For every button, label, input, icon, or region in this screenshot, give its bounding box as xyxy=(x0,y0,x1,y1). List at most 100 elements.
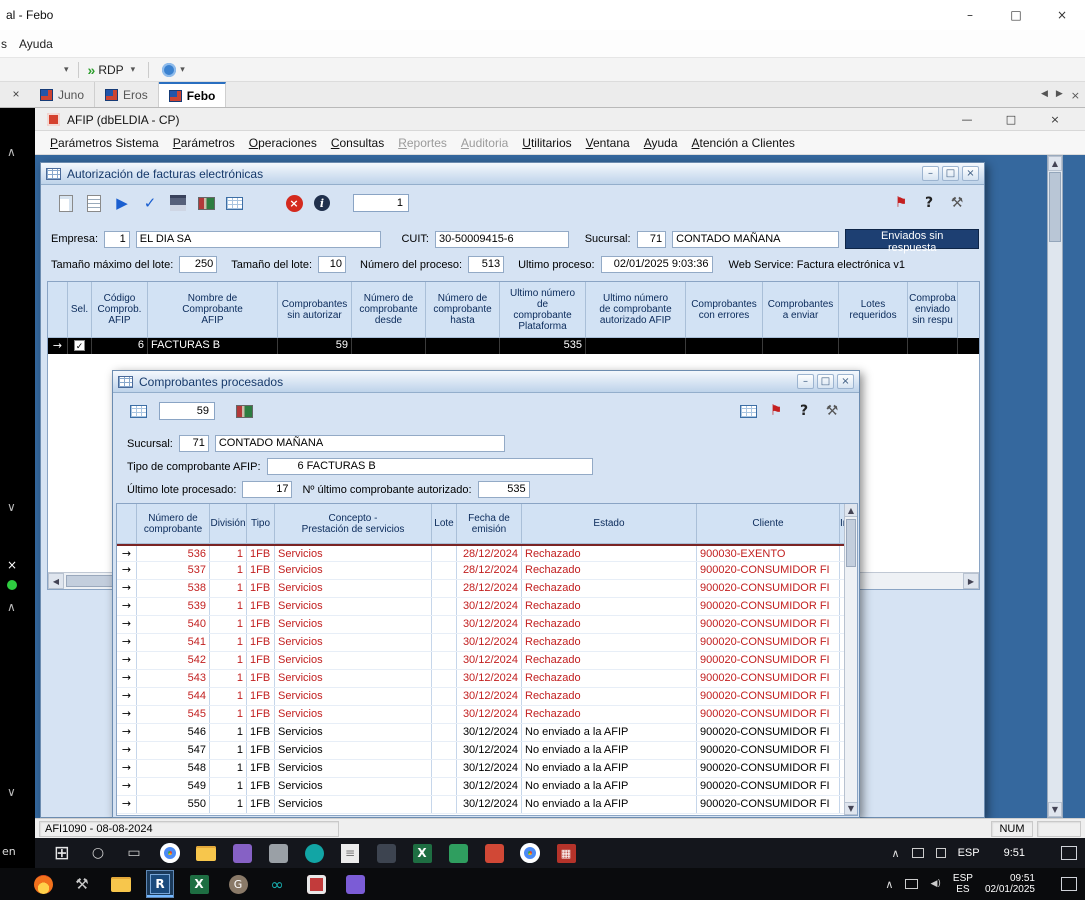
host-maximize-button[interactable]: □ xyxy=(993,0,1039,30)
new-document-icon[interactable] xyxy=(53,190,79,216)
proc-grid-vscrollbar[interactable]: ▲ ▼ xyxy=(844,504,857,815)
menu-ayuda[interactable]: Ayuda xyxy=(637,136,685,150)
scroll-right-icon[interactable]: ▶ xyxy=(963,573,979,589)
external-tools-dropdown-icon[interactable]: ▾ xyxy=(176,65,189,75)
tab-scroll-left-icon[interactable]: ◀ xyxy=(1041,89,1048,102)
menu-atención-a-clientes[interactable]: Atención a Clientes xyxy=(685,136,802,150)
tamano-maximo-field[interactable]: 250 xyxy=(179,256,217,273)
panel-close-icon[interactable]: × xyxy=(8,87,24,103)
proc-grid-row[interactable]: →54311FBServicios30/12/2024Rechazado9000… xyxy=(117,670,857,688)
sucursal-name-field[interactable]: CONTADO MAÑANA xyxy=(215,435,505,452)
dock-scroll-up-2-icon[interactable]: ∧ xyxy=(7,600,16,614)
tray-chevron-icon[interactable]: ∧ xyxy=(885,878,893,891)
cuit-field[interactable]: 30-50009415-6 xyxy=(435,231,569,248)
proc-titlebar[interactable]: Comprobantes procesados – □ × xyxy=(113,371,859,393)
app-3-icon[interactable] xyxy=(301,840,327,866)
excel-icon[interactable]: X xyxy=(186,871,212,897)
menu-parámetros[interactable]: Parámetros xyxy=(166,136,242,150)
action-center-icon[interactable] xyxy=(1061,846,1077,860)
proc-grid-row[interactable]: →53611FBServicios28/12/2024Rechazado9000… xyxy=(117,544,857,562)
auth-minimize-button[interactable]: – xyxy=(922,166,939,181)
app-1-icon[interactable] xyxy=(229,840,255,866)
auth-titlebar[interactable]: Autorización de facturas electrónicas – … xyxy=(41,163,984,185)
settings-icon[interactable]: ⚒ xyxy=(944,190,970,216)
tab-febo[interactable]: Febo xyxy=(159,82,227,107)
connection-dropdown-icon[interactable]: ▾ xyxy=(60,65,73,75)
proc-minimize-button[interactable]: – xyxy=(797,374,814,389)
dock-scroll-up-icon[interactable]: ∧ xyxy=(7,145,16,159)
edit-form-icon[interactable] xyxy=(81,190,107,216)
auth-grid-header-cell[interactable]: Comproba enviado sin respu xyxy=(908,282,958,338)
info-icon[interactable]: i xyxy=(309,190,335,216)
app-teal-icon[interactable]: ∞ xyxy=(264,871,290,897)
proc-grid-row[interactable]: →54111FBServicios30/12/2024Rechazado9000… xyxy=(117,634,857,652)
proc-maximize-button[interactable]: □ xyxy=(817,374,834,389)
sucursal-code-field[interactable]: 71 xyxy=(179,435,209,452)
process-counter-field[interactable] xyxy=(353,194,409,212)
external-tools-globe-icon[interactable] xyxy=(162,63,176,77)
auth-grid-header-cell[interactable]: Comprobantes con errores xyxy=(686,282,763,338)
app-2-icon[interactable] xyxy=(265,840,291,866)
search-icon[interactable]: ○ xyxy=(85,840,111,866)
display-icon[interactable] xyxy=(912,848,924,858)
host-menu-ayuda[interactable]: Ayuda xyxy=(10,37,62,51)
numero-proceso-field[interactable]: 513 xyxy=(468,256,504,273)
host-menu-fragment[interactable]: s xyxy=(0,37,10,51)
afip-close-button[interactable]: × xyxy=(1033,108,1077,131)
flag-icon[interactable]: ⚑ xyxy=(888,190,914,216)
host-minimize-button[interactable]: – xyxy=(947,0,993,30)
selected-grid-row[interactable]: → ✓ 6 FACTURAS B 59 535 xyxy=(48,338,979,354)
empresa-code-field[interactable]: 1 xyxy=(104,231,130,248)
rdp-connect-button[interactable]: » RDP ▾ xyxy=(84,62,144,78)
settings-icon[interactable]: ⚒ xyxy=(819,398,845,424)
scroll-left-icon[interactable]: ◀ xyxy=(48,573,64,589)
empresa-name-field[interactable]: EL DIA SA xyxy=(136,231,382,248)
proc-grid-row[interactable]: →53811FBServicios28/12/2024Rechazado9000… xyxy=(117,580,857,598)
app-purple-icon[interactable] xyxy=(342,871,368,897)
auth-grid-header-cell[interactable]: Comprobantes a enviar xyxy=(763,282,839,338)
tools-icon[interactable]: ⚒ xyxy=(69,871,95,897)
batch-counter-field[interactable] xyxy=(159,402,215,420)
scroll-up-icon[interactable]: ▲ xyxy=(1048,156,1062,171)
proc-grid-row[interactable]: →55011FBServicios30/12/2024No enviado a … xyxy=(117,796,857,814)
export-grid-icon[interactable] xyxy=(221,190,247,216)
vscroll-thumb[interactable] xyxy=(846,519,856,567)
file-explorer-icon[interactable] xyxy=(108,871,134,897)
file-explorer-icon[interactable] xyxy=(193,840,219,866)
dock-close-icon[interactable]: × xyxy=(7,558,17,572)
language-indicator[interactable]: ESP xyxy=(958,847,980,859)
ultimo-proceso-field[interactable]: 02/01/2025 9:03:36 xyxy=(601,256,713,273)
scroll-up-icon[interactable]: ▲ xyxy=(845,504,857,517)
auth-grid-header-cell[interactable]: Número de comprobante hasta xyxy=(426,282,500,338)
proc-grid-row[interactable]: →54511FBServicios30/12/2024Rechazado9000… xyxy=(117,706,857,724)
confirm-icon[interactable]: ✓ xyxy=(137,190,163,216)
clock[interactable]: 09:51 02/01/2025 xyxy=(985,873,1035,895)
row-checkbox[interactable]: ✓ xyxy=(68,338,92,354)
menu-ventana[interactable]: Ventana xyxy=(579,136,637,150)
cancel-icon[interactable]: × xyxy=(281,190,307,216)
task-view-icon[interactable]: ▭ xyxy=(121,840,147,866)
proc-grid-header-cell[interactable]: Concepto - Prestación de servicios xyxy=(275,504,432,544)
mremoteng-icon[interactable]: R xyxy=(147,871,173,897)
auth-close-button[interactable]: × xyxy=(962,166,979,181)
proc-grid-row[interactable]: →54611FBServicios30/12/2024No enviado a … xyxy=(117,724,857,742)
volume-icon[interactable]: ◀) xyxy=(930,879,940,889)
proc-grid-row[interactable]: →53711FBServicios28/12/2024Rechazado9000… xyxy=(117,562,857,580)
proc-grid-row[interactable]: →54211FBServicios30/12/2024Rechazado9000… xyxy=(117,652,857,670)
sucursal-code-field[interactable]: 71 xyxy=(637,231,667,248)
auth-grid-header-cell[interactable]: Ultimo número de comprobante autorizado … xyxy=(586,282,686,338)
flag-icon[interactable]: ⚑ xyxy=(763,398,789,424)
scroll-down-icon[interactable]: ▼ xyxy=(1048,802,1062,817)
app-6-icon[interactable] xyxy=(445,840,471,866)
proc-grid-header-cell[interactable]: Fecha de emisión xyxy=(457,504,522,544)
auth-grid-header-cell[interactable]: Lotes requeridos xyxy=(839,282,908,338)
proc-grid-row[interactable]: →53911FBServicios30/12/2024Rechazado9000… xyxy=(117,598,857,616)
auth-grid-header-cell[interactable]: Ultimo número de comprobante Plataforma xyxy=(500,282,586,338)
proc-grid-row[interactable]: →54711FBServicios30/12/2024No enviado a … xyxy=(117,742,857,760)
proc-grid-header-cell[interactable]: División xyxy=(210,504,247,544)
proc-grid-row[interactable]: →54411FBServicios30/12/2024Rechazado9000… xyxy=(117,688,857,706)
tabs-close-icon[interactable]: × xyxy=(1071,89,1080,102)
gimp-icon[interactable]: G xyxy=(225,871,251,897)
save-icon[interactable] xyxy=(165,190,191,216)
mdi-vscroll-thumb[interactable] xyxy=(1049,172,1061,242)
